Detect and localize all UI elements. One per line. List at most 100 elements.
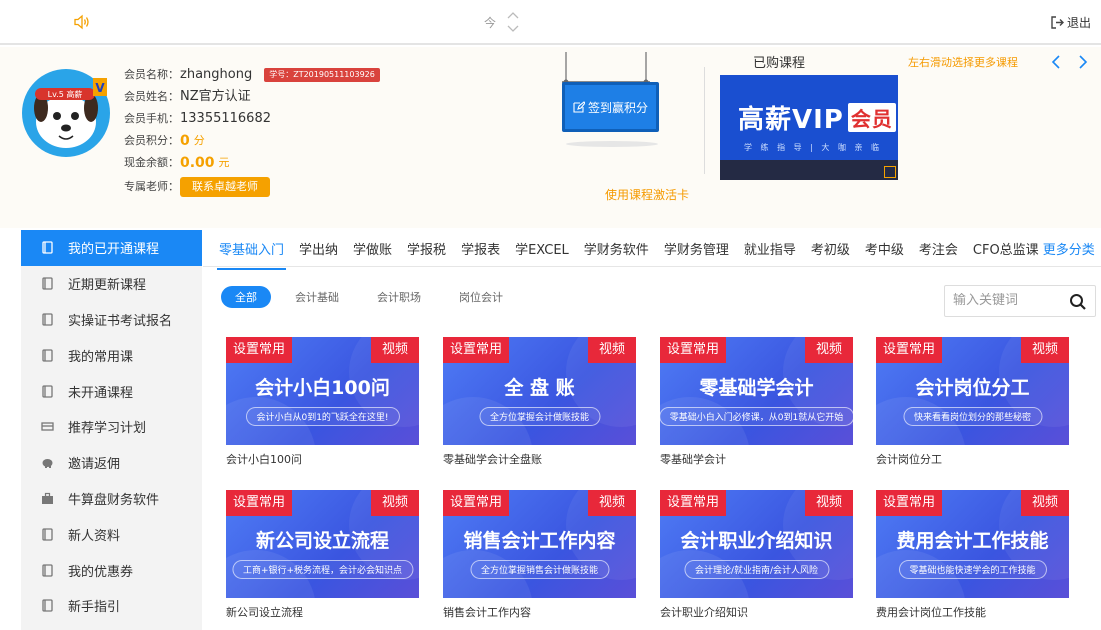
course-thumbnail[interactable]: 设置常用 视频 销售会计工作内容 全方位掌握销售会计做账技能 [443,490,636,598]
course-name[interactable]: 零基础学会计 [660,451,853,467]
course-name[interactable]: 会计岗位分工 [876,451,1069,467]
course-name[interactable]: 费用会计岗位工作技能 [876,604,1069,620]
course-name[interactable]: 新公司设立流程 [226,604,419,620]
course-thumbnail[interactable]: 设置常用 视频 费用会计工作技能 零基础也能快速学会的工作技能 [876,490,1069,598]
thumbnail-title: 全 盘 账 [504,377,575,399]
contact-teacher-button[interactable]: 联系卓越老师 [180,177,270,197]
set-favorite-button[interactable]: 设置常用 [226,490,293,516]
sidebar-item[interactable]: 我的常用课 [21,337,202,373]
category-tab[interactable]: 零基础入门 [216,239,287,270]
category-tab[interactable]: 学报表 [461,239,500,258]
set-favorite-button[interactable]: 设置常用 [876,490,943,516]
search-input[interactable] [953,293,1063,308]
course-card[interactable]: 设置常用 视频 销售会计工作内容 全方位掌握销售会计做账技能销售会计工作内容 [443,490,636,620]
sidebar-item[interactable]: 牛算盘财务软件 [21,481,202,517]
set-favorite-button[interactable]: 设置常用 [660,490,727,516]
vip-course-card[interactable]: 高薪VIP 会员 学 练 指 导 | 大 咖 亲 临 [720,75,898,180]
sidebar-item-label: 未开通课程 [68,385,134,401]
course-thumbnail[interactable]: 设置常用 视频 新公司设立流程 工商+银行+税务流程，会计必会知识点 [226,490,419,598]
set-favorite-button[interactable]: 设置常用 [660,337,727,363]
sidebar-item-label: 我的已开通课程 [68,242,160,258]
top-bar: 今 退出 [0,0,1101,45]
chevron-down-icon[interactable] [506,24,520,34]
set-favorite-button[interactable]: 设置常用 [443,490,510,516]
category-tab[interactable]: 学财务软件 [584,239,649,258]
sidebar-item[interactable]: 我的优惠券 [21,552,202,588]
filter-pill[interactable]: 岗位会计 [459,289,503,305]
category-tab[interactable]: 学出纳 [299,239,338,258]
course-name[interactable]: 会计小白100问 [226,451,419,467]
logout-button[interactable]: 退出 [1051,14,1091,31]
thumbnail-subtitle: 会计理论/就业指南/会计人风险 [683,560,830,579]
category-tab[interactable]: 就业指导 [744,239,796,258]
avatar[interactable]: Lv.5 高薪 V [21,68,111,158]
sidebar-item[interactable]: 近期更新课程 [21,266,202,302]
course-thumbnail[interactable]: 设置常用 视频 会计岗位分工 快来看看岗位划分的那些秘密 [876,337,1069,445]
category-tab[interactable]: 学财务管理 [664,239,729,258]
course-card[interactable]: 设置常用 视频 会计小白100问 会计小白从0到1的飞跃全在这里! 会计小白100问 [226,337,419,467]
sidebar-item[interactable]: 实操证书考试报名 [21,302,202,338]
book-icon [41,349,54,362]
sidebar-item[interactable]: 未开通课程 [21,373,202,409]
course-name[interactable]: 零基础学会计全盘账 [443,451,636,467]
course-thumbnail[interactable]: 设置常用 视频 零基础学会计 零基础小白入门必修课，从0到1就从它开始 [660,337,853,445]
member-name: zhanghong [180,67,253,82]
activate-card-link[interactable]: 使用课程激活卡 [605,186,689,203]
sidebar-item-label: 新手指引 [68,600,121,616]
chevron-left-icon[interactable] [1049,55,1063,69]
set-favorite-button[interactable]: 设置常用 [226,337,293,363]
category-tab[interactable]: CFO总监课 [973,239,1039,258]
sidebar: 我的已开通课程近期更新课程 实操证书考试报名 我的常用课未开通课程推荐学习计划邀请返… [21,230,202,630]
sidebar-item[interactable]: 推荐学习计划 [21,409,202,445]
announcement-scroller[interactable]: 今 [484,10,524,36]
plan-icon [41,420,54,433]
signin-button[interactable]: 签到赢积分 [562,82,659,132]
video-badge: 视频 [370,337,419,363]
points-label: 会员积分： [124,134,179,147]
sidebar-item-label: 推荐学习计划 [68,421,147,437]
vip-title: 高薪VIP 会员 [738,99,896,136]
course-thumbnail[interactable]: 设置常用 视频 会计职业介绍知识 会计理论/就业指南/会计人风险 [660,490,853,598]
sidebar-item[interactable]: 新人资料 [21,516,202,552]
briefcase-icon [41,492,54,505]
signin-label: 签到赢积分 [587,100,648,115]
filter-pill[interactable]: 会计基础 [295,289,339,305]
category-tab[interactable]: 学做账 [353,239,392,258]
chevron-up-icon[interactable] [506,10,520,20]
course-card[interactable]: 设置常用 视频全 盘 账全方位掌握会计做账技能零基础学会计全盘账 [443,337,636,467]
svg-text:V: V [95,81,105,95]
course-card[interactable]: 设置常用 视频 费用会计工作技能 零基础也能快速学会的工作技能费用会计岗位工作技能 [876,490,1069,620]
category-tab[interactable]: 考初级 [811,239,850,258]
more-categories-link[interactable]: 更多分类 [1043,239,1095,258]
category-tab[interactable]: 考中级 [865,239,904,258]
course-name[interactable]: 会计职业介绍知识 [660,604,853,620]
level-badge: Lv.5 高薪 [48,89,83,99]
course-name[interactable]: 销售会计工作内容 [443,604,636,620]
course-thumbnail[interactable]: 设置常用 视频全 盘 账全方位掌握会计做账技能 [443,337,636,445]
sidebar-item[interactable]: 我的已开通课程 [21,230,202,266]
sidebar-item[interactable]: 新手指引 [21,588,202,624]
course-thumbnail[interactable]: 设置常用 视频 会计小白100问 会计小白从0到1的飞跃全在这里! [226,337,419,445]
sidebar-item[interactable]: 邀请返佣 [21,445,202,481]
set-favorite-button[interactable]: 设置常用 [443,337,510,363]
set-favorite-button[interactable]: 设置常用 [876,337,943,363]
speaker-icon[interactable] [73,13,91,31]
course-card[interactable]: 设置常用 视频 新公司设立流程 工商+银行+税务流程，会计必会知识点 新公司设立流程 [226,490,419,620]
course-card[interactable]: 设置常用 视频 会计岗位分工 快来看看岗位划分的那些秘密 会计岗位分工 [876,337,1069,467]
thumbnail-subtitle: 全方位掌握销售会计做账技能 [469,560,610,579]
course-card[interactable]: 设置常用 视频 会计职业介绍知识 会计理论/就业指南/会计人风险会计职业介绍知识 [660,490,853,620]
filter-pill[interactable]: 全部 [221,286,271,308]
video-badge: 视频 [1020,337,1069,363]
chevron-right-icon[interactable] [1076,55,1090,69]
thumbnail-subtitle: 会计小白从0到1的飞跃全在这里! [245,407,400,426]
signin-widget[interactable]: 签到赢积分 [560,52,664,152]
category-tab[interactable]: 学EXCEL [515,239,569,258]
filter-pill[interactable]: 会计职场 [377,289,421,305]
video-badge: 视频 [370,490,419,516]
category-tab[interactable]: 考注会 [919,239,958,258]
balance-label: 现金余额： [124,156,179,169]
course-card[interactable]: 设置常用 视频 零基础学会计 零基础小白入门必修课，从0到1就从它开始零基础学会计 [660,337,853,467]
checkbox-icon[interactable] [884,166,896,178]
category-tab[interactable]: 学报税 [407,239,446,258]
search-icon[interactable] [1069,293,1087,311]
